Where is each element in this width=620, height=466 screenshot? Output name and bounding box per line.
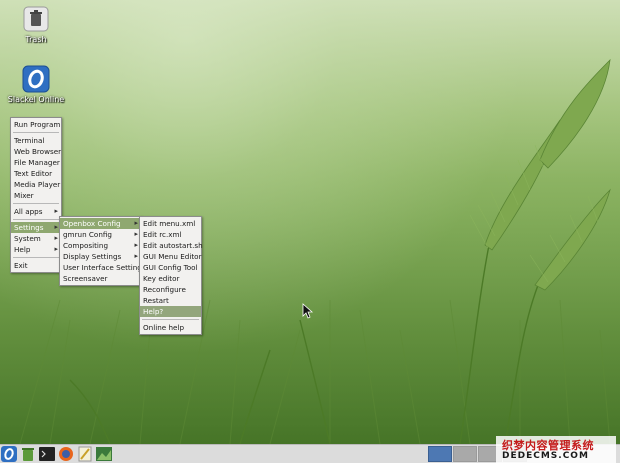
settings-submenu: Openbox Config gmrun Config Compositing … bbox=[59, 216, 146, 286]
menu-item-help[interactable]: Help bbox=[11, 244, 61, 255]
watermark: 织梦内容管理系统 DEDECMS.COM bbox=[496, 436, 616, 464]
menu-item-restart[interactable]: Restart bbox=[140, 295, 201, 306]
workspace-2-button[interactable] bbox=[453, 446, 477, 462]
menu-item-terminal[interactable]: Terminal bbox=[11, 135, 61, 146]
menu-item-all-apps[interactable]: All apps bbox=[11, 206, 61, 217]
menu-item-mixer[interactable]: Mixer bbox=[11, 190, 61, 201]
menu-item-media-player[interactable]: Media Player bbox=[11, 179, 61, 190]
taskbar: 织梦内容管理系统 DEDECMS.COM bbox=[0, 436, 620, 464]
root-menu: Run Program Terminal Web Browser File Ma… bbox=[10, 117, 62, 273]
menu-separator bbox=[13, 257, 59, 258]
menu-item-run-program[interactable]: Run Program bbox=[11, 119, 61, 130]
menu-separator bbox=[13, 203, 59, 204]
menu-item-web-browser[interactable]: Web Browser bbox=[11, 146, 61, 157]
slackel-menu-icon[interactable] bbox=[1, 446, 17, 462]
menu-item-gmrun-config[interactable]: gmrun Config bbox=[60, 229, 141, 240]
trash-green-icon[interactable] bbox=[20, 446, 36, 462]
text-editor-icon[interactable] bbox=[77, 446, 93, 462]
slackel-online-icon bbox=[22, 65, 50, 93]
openbox-config-submenu: Edit menu.xml Edit rc.xml Edit autostart… bbox=[139, 216, 203, 335]
terminal-icon[interactable] bbox=[39, 446, 55, 462]
desktop-icon-trash[interactable]: Trash bbox=[0, 5, 72, 44]
menu-item-help-question[interactable]: Help? bbox=[140, 306, 201, 317]
menu-item-text-editor[interactable]: Text Editor bbox=[11, 168, 61, 179]
menu-item-edit-menu-xml[interactable]: Edit menu.xml bbox=[140, 218, 201, 229]
menu-item-edit-autostart-sh[interactable]: Edit autostart.sh bbox=[140, 240, 203, 251]
menu-item-settings[interactable]: Settings bbox=[11, 222, 61, 233]
workspace-1-button[interactable] bbox=[428, 446, 452, 462]
desktop-background: Trash Slackel Online Run Program Termina… bbox=[0, 0, 620, 444]
firefox-icon[interactable] bbox=[58, 446, 74, 462]
menu-item-display-settings[interactable]: Display Settings bbox=[60, 251, 141, 262]
desktop-icon-label: Slackel Online bbox=[7, 95, 65, 104]
menu-separator bbox=[13, 132, 59, 133]
menu-item-openbox-config[interactable]: Openbox Config bbox=[60, 218, 141, 229]
menu-item-edit-rc-xml[interactable]: Edit rc.xml bbox=[140, 229, 201, 240]
menu-item-screensaver[interactable]: Screensaver bbox=[60, 273, 141, 284]
image-viewer-icon[interactable] bbox=[96, 446, 112, 462]
menu-item-online-help[interactable]: Online help bbox=[140, 322, 201, 333]
menu-item-gui-config-tool[interactable]: GUI Config Tool bbox=[140, 262, 201, 273]
menu-item-gui-menu-editor[interactable]: GUI Menu Editor bbox=[140, 251, 202, 262]
watermark-line-2: DEDECMS.COM bbox=[502, 451, 589, 461]
menu-separator bbox=[13, 219, 59, 220]
menu-item-user-interface-settings[interactable]: User Interface Settings bbox=[60, 262, 146, 273]
menu-item-exit[interactable]: Exit bbox=[11, 260, 61, 271]
mouse-pointer-icon bbox=[302, 303, 314, 319]
desktop-icon-slackel-online[interactable]: Slackel Online bbox=[0, 65, 72, 104]
menu-item-system[interactable]: System bbox=[11, 233, 61, 244]
menu-item-reconfigure[interactable]: Reconfigure bbox=[140, 284, 201, 295]
menu-item-key-editor[interactable]: Key editor bbox=[140, 273, 201, 284]
desktop-icon-label: Trash bbox=[25, 35, 47, 44]
menu-separator bbox=[142, 319, 199, 320]
menu-item-compositing[interactable]: Compositing bbox=[60, 240, 141, 251]
menu-item-file-manager[interactable]: File Manager bbox=[11, 157, 61, 168]
trash-icon bbox=[22, 5, 50, 33]
